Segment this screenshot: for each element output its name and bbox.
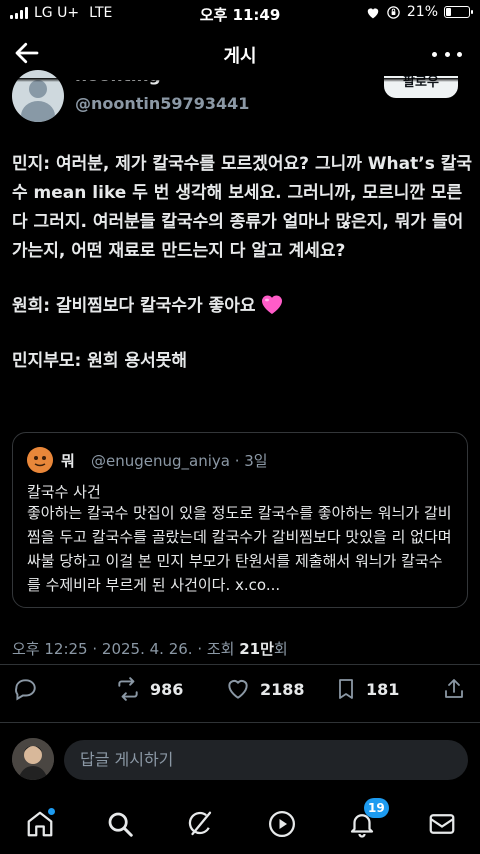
like-icon [228, 679, 248, 699]
post-paragraph: 민지부모: 원희 용서못해 [12, 351, 188, 371]
tab-bar: 19 [0, 798, 480, 854]
mail-icon [429, 814, 455, 834]
page-title: 게시 [223, 46, 257, 67]
tab-home[interactable] [20, 804, 60, 844]
battery-fill [446, 8, 451, 16]
tab-messages[interactable] [422, 804, 462, 844]
search-icon [108, 812, 133, 837]
share-icon [445, 679, 463, 698]
post-paragraph-text: 원희: 갈비찜보다 칼국수가 좋아요 [12, 296, 256, 316]
reply-icon [15, 679, 36, 701]
battery-percent: 21% [406, 4, 438, 20]
header: 게시 [0, 30, 480, 78]
grok-icon [188, 811, 212, 836]
quote-author-handle: @enugenug_aniya · 3일 [91, 452, 268, 470]
more-icon[interactable] [432, 42, 462, 66]
bookmark-button[interactable]: 181 [334, 676, 399, 702]
rotation-lock-icon [387, 5, 400, 19]
battery-icon [444, 6, 473, 18]
status-bar: LG U+ LTE 오후 11:49 21% [0, 0, 480, 30]
tab-search[interactable] [100, 804, 140, 844]
like-count: 2188 [260, 679, 305, 699]
status-right: 21% [366, 4, 473, 20]
quote-title: 칼국수 사건 [27, 483, 101, 501]
post-text: 민지: 여러분, 제가 칼국수를 모르겠어요? 그니까 What’s 칼국수 m… [12, 150, 472, 376]
bookmark-icon [339, 679, 353, 699]
tab-grok[interactable] [180, 804, 220, 844]
retweet-button[interactable]: 986 [114, 676, 183, 702]
notifications-badge: 19 [364, 798, 389, 818]
quote-author-name: 뭐 [61, 452, 75, 470]
header-fade [0, 78, 480, 82]
home-unread-dot [48, 808, 55, 815]
quote-body: 좋아하는 칼국수 맛집이 있을 정도로 칼국수를 좋아하는 워늬가 갈비찜을 두… [27, 504, 452, 594]
quote-avatar [27, 447, 53, 473]
like-button[interactable]: 2188 [224, 676, 305, 702]
divider [0, 664, 480, 665]
tab-video[interactable] [262, 804, 302, 844]
heart-status-icon [367, 7, 379, 18]
play-icon [269, 811, 295, 837]
bookmark-count: 181 [366, 679, 400, 699]
retweet-count: 986 [150, 679, 184, 699]
reply-button[interactable] [12, 676, 38, 702]
user-avatar[interactable] [12, 738, 54, 780]
share-button[interactable] [442, 676, 466, 702]
reply-input[interactable]: 답글 게시하기 [64, 740, 468, 780]
action-bar: 986 2188 181 [0, 676, 480, 710]
post-timestamp: 오후 12:25 · 2025. 4. 26. · 조회 [12, 640, 240, 658]
tab-notifications[interactable]: 19 [342, 798, 389, 844]
divider [0, 722, 480, 723]
view-count: 21만 [239, 640, 274, 658]
post-meta: 오후 12:25 · 2025. 4. 26. · 조회 21만회 [12, 638, 288, 659]
post-paragraph: 민지: 여러분, 제가 칼국수를 모르겠어요? 그니까 What’s 칼국수 m… [12, 154, 473, 261]
author-handle[interactable]: @noontin59793441 [75, 94, 249, 113]
retweet-icon [118, 677, 138, 701]
pink-heart-emoji-icon [261, 295, 282, 314]
quoted-post[interactable]: 뭐 @enugenug_aniya · 3일 칼국수 사건 좋아하는 칼국수 맛… [12, 432, 468, 608]
view-suffix: 회 [273, 640, 288, 658]
post-paragraph: 원희: 갈비찜보다 칼국수가 좋아요 [12, 292, 472, 321]
